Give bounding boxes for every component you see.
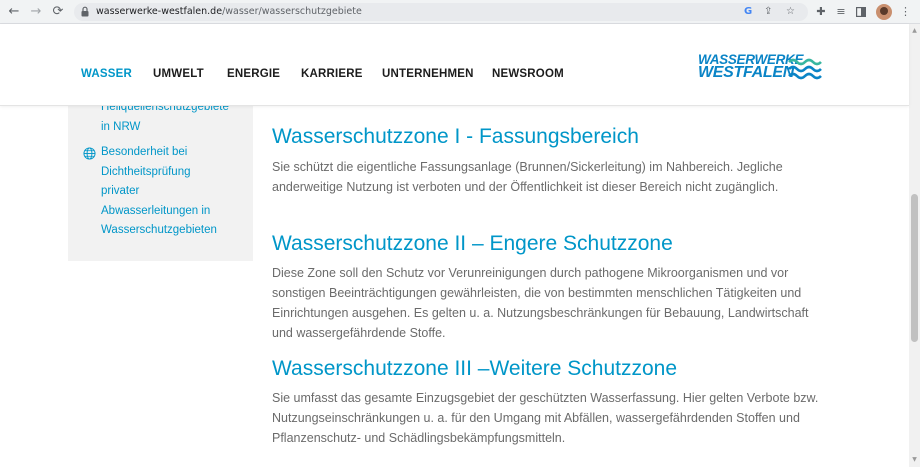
extensions-icon[interactable]: ✚ <box>814 4 828 20</box>
section-text-zone-1: Sie schützt die eigentliche Fassungsanla… <box>272 160 783 194</box>
nav-karriere[interactable]: KARRIERE <box>301 68 363 80</box>
nav-newsroom[interactable]: NEWSROOM <box>492 68 564 80</box>
sidebar: Heilquellenschutzgebiete in NRW Besonder… <box>68 106 253 261</box>
profile-avatar[interactable] <box>876 4 892 20</box>
back-icon[interactable]: ← <box>6 4 22 20</box>
nav-wasser[interactable]: WASSER <box>81 68 132 80</box>
bookmark-star-icon[interactable]: ☆ <box>786 5 795 19</box>
nav-unternehmen[interactable]: UNTERNEHMEN <box>382 68 474 80</box>
address-bar[interactable]: wasserwerke-westfalen.de/wasser/wassersc… <box>74 3 808 21</box>
sidebar-item-line: Heilquellenschutzgebiete <box>101 106 229 113</box>
forward-icon[interactable]: → <box>28 4 44 20</box>
browser-toolbar: ← → ⟳ wasserwerke-westfalen.de/wasser/wa… <box>0 0 920 24</box>
sidebar-item-line: Abwasserleitungen in <box>101 204 211 217</box>
share-icon[interactable]: ⇪ <box>764 5 772 19</box>
url-path: /wasser/wasserschutzgebiete <box>222 6 362 17</box>
sidebar-item-line: privater <box>101 185 140 197</box>
page-content: Heilquellenschutzgebiete in NRW Besonder… <box>0 106 909 467</box>
scrollbar-thumb[interactable] <box>911 194 918 342</box>
side-panel-icon[interactable] <box>855 4 867 20</box>
lock-icon[interactable] <box>81 6 89 17</box>
section-title-zone-3: Wasserschutzzone III –Weitere Schutzzone <box>272 357 678 380</box>
reading-list-icon[interactable]: ≡ <box>834 4 848 20</box>
scroll-up-icon[interactable]: ▲ <box>911 27 918 35</box>
site-header: WASSER UMWELT ENERGIE KARRIERE UNTERNEHM… <box>0 24 909 106</box>
reload-icon[interactable]: ⟳ <box>50 4 66 20</box>
section-text-zone-3: Sie umfasst das gesamte Einzugsgebiet de… <box>272 391 819 445</box>
nav-umwelt[interactable]: UMWELT <box>153 68 204 80</box>
section-text-zone-2: Diese Zone soll den Schutz vor Verunrein… <box>272 266 809 340</box>
nav-energie[interactable]: ENERGIE <box>227 68 280 80</box>
globe-icon <box>83 147 96 160</box>
logo-waves-icon <box>788 58 822 80</box>
sidebar-item-line: in NRW <box>101 120 141 133</box>
url-host: wasserwerke-westfalen.de <box>96 6 223 17</box>
sidebar-item-dichtheitspruefung[interactable]: Besonderheit bei Dichtheitsprüfung priva… <box>101 143 217 241</box>
scroll-down-icon[interactable]: ▼ <box>911 456 918 464</box>
url-text[interactable]: wasserwerke-westfalen.de/wasser/wassersc… <box>96 5 362 19</box>
section-title-zone-1: Wasserschutzzone I - Fassungsbereich <box>272 125 639 148</box>
menu-icon[interactable]: ⋮ <box>900 4 911 20</box>
sidebar-item-line: Besonderheit bei <box>101 146 188 158</box>
logo-line2: WESTFALEN <box>698 64 794 81</box>
sidebar-item-line: Wasserschutzgebieten <box>101 224 217 236</box>
site-logo[interactable]: WASSERWERKE WESTFALEN <box>698 53 828 85</box>
google-icon[interactable]: G <box>744 5 752 19</box>
sidebar-item-heilquellenschutzgebiete[interactable]: Heilquellenschutzgebiete in NRW <box>101 106 229 137</box>
sidebar-item-line: Dichtheitsprüfung <box>101 165 191 178</box>
page-scrollbar[interactable]: ▲ ▼ <box>909 24 920 467</box>
section-title-zone-2: Wasserschutzzone II – Engere Schutzzone <box>272 232 673 255</box>
